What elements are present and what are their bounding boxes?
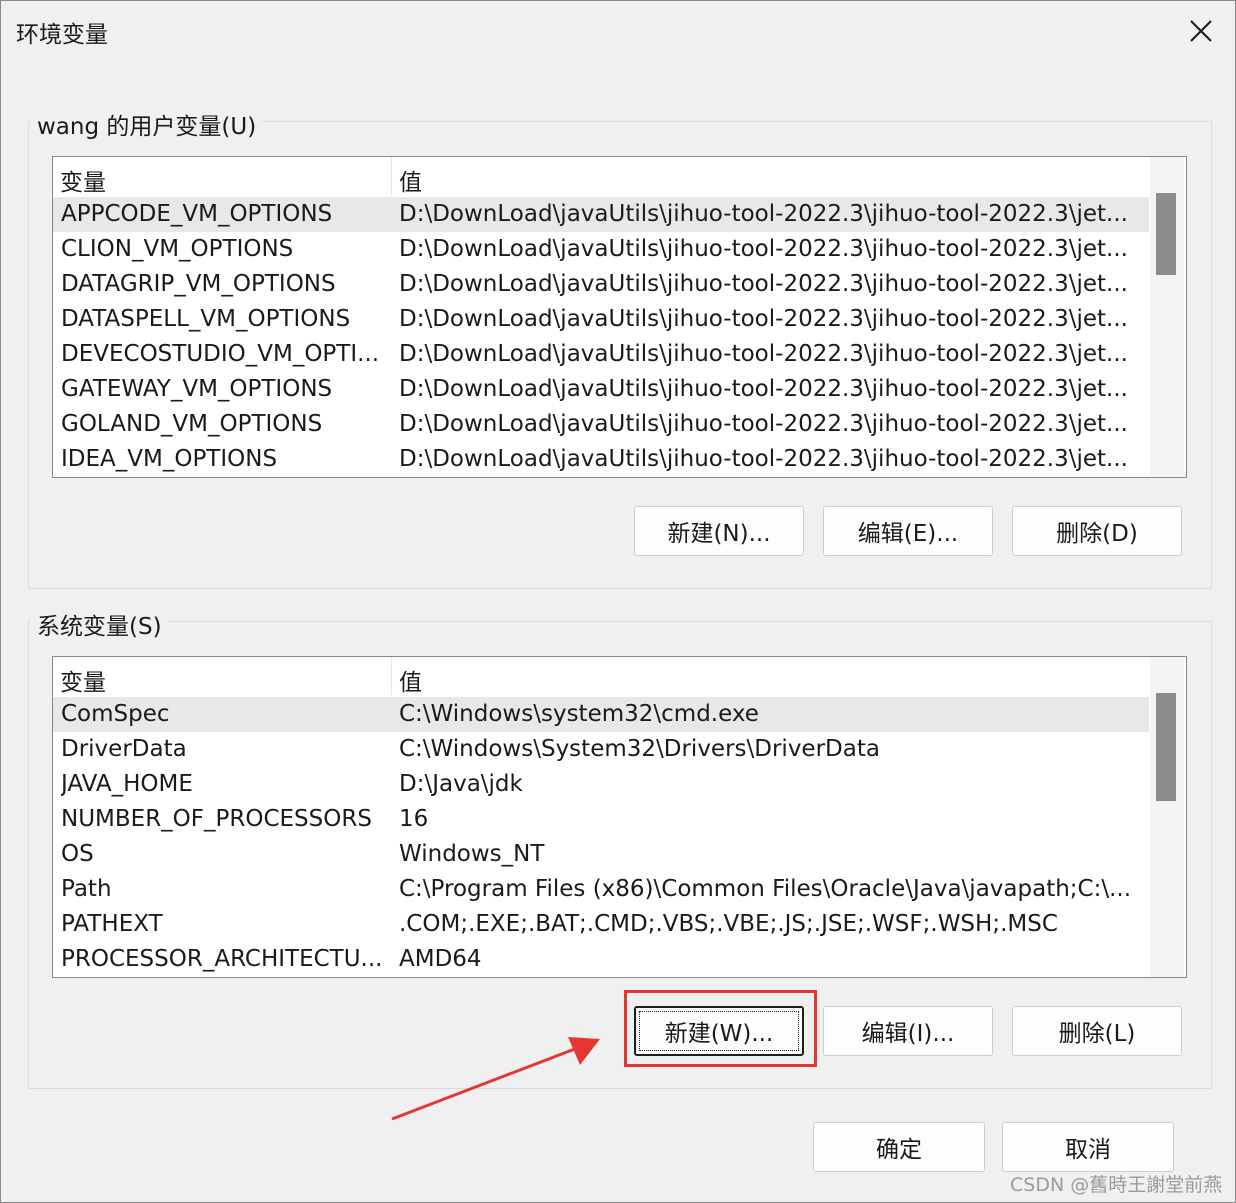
list-header: 变量 值	[53, 657, 1149, 697]
variable-name: ComSpec	[61, 701, 170, 727]
column-header-value[interactable]: 值	[399, 663, 422, 697]
user-variable-row[interactable]: GOLAND_VM_OPTIONS D:\DownLoad\javaUtils\j…	[53, 407, 1149, 442]
variable-value: .COM;.EXE;.BAT;.CMD;.VBS;.VBE;.JS;.JSE;.…	[399, 911, 1058, 937]
variable-name: PATHEXT	[61, 911, 163, 937]
system-variable-row[interactable]: NUMBER_OF_PROCESSORS 16	[53, 802, 1149, 837]
variable-value: D:\DownLoad\javaUtils\jihuo-tool-2022.3\…	[399, 306, 1128, 332]
variable-value: D:\DownLoad\javaUtils\jihuo-tool-2022.3\…	[399, 271, 1128, 297]
variable-name: JAVA_HOME	[61, 771, 193, 797]
user-variable-row[interactable]: IDEA_VM_OPTIONS D:\DownLoad\javaUtils\jih…	[53, 442, 1149, 477]
variable-value: C:\Windows\system32\cmd.exe	[399, 701, 759, 727]
scrollbar-thumb[interactable]	[1156, 693, 1176, 801]
system-variables-list[interactable]: 变量 值 ComSpec C:\Windows\system32\cmd.exe D…	[52, 656, 1187, 978]
variable-value: D:\DownLoad\javaUtils\jihuo-tool-2022.3\…	[399, 201, 1128, 227]
user-edit-button[interactable]: 编辑(E)...	[823, 506, 993, 556]
variable-name: CLION_VM_OPTIONS	[61, 236, 294, 262]
variable-name: IDEA_VM_OPTIONS	[61, 446, 278, 472]
variable-value: Windows_NT	[399, 841, 545, 867]
column-header-value[interactable]: 值	[399, 163, 422, 197]
variable-value: D:\DownLoad\javaUtils\jihuo-tool-2022.3\…	[399, 446, 1128, 472]
list-header: 变量 值	[53, 157, 1149, 197]
annotation-highlight-box	[624, 990, 817, 1067]
variable-name: DATAGRIP_VM_OPTIONS	[61, 271, 336, 297]
variable-value: D:\DownLoad\javaUtils\jihuo-tool-2022.3\…	[399, 411, 1128, 437]
variable-name: DEVECOSTUDIO_VM_OPTI...	[61, 341, 380, 367]
variable-name: DATASPELL_VM_OPTIONS	[61, 306, 351, 332]
variable-name: Path	[61, 876, 112, 902]
user-variable-row[interactable]: DEVECOSTUDIO_VM_OPTI... D:\DownLoad\javaU…	[53, 337, 1149, 372]
variable-value: D:\DownLoad\javaUtils\jihuo-tool-2022.3\…	[399, 376, 1128, 402]
system-edit-button[interactable]: 编辑(I)...	[823, 1006, 993, 1056]
variable-name: DriverData	[61, 736, 187, 762]
system-variable-row[interactable]: Path C:\Program Files (x86)\Common Files\…	[53, 872, 1149, 907]
user-variable-row[interactable]: APPCODE_VM_OPTIONS D:\DownLoad\javaUtils\…	[53, 197, 1149, 232]
system-variable-row[interactable]: OS Windows_NT	[53, 837, 1149, 872]
ok-button[interactable]: 确定	[813, 1122, 985, 1172]
cancel-button[interactable]: 取消	[1002, 1122, 1174, 1172]
close-button[interactable]	[1185, 15, 1217, 47]
user-variables-list[interactable]: 变量 值 APPCODE_VM_OPTIONS D:\DownLoad\javaU…	[52, 156, 1187, 478]
annotation-arrow-icon	[391, 1037, 600, 1121]
variable-value: 16	[399, 806, 429, 832]
user-variable-row[interactable]: GATEWAY_VM_OPTIONS D:\DownLoad\javaUtils\…	[53, 372, 1149, 407]
system-variable-row[interactable]: DriverData C:\Windows\System32\Drivers\Dr…	[53, 732, 1149, 767]
variable-value: C:\Windows\System32\Drivers\DriverData	[399, 736, 880, 762]
column-header-variable[interactable]: 变量	[60, 663, 106, 697]
system-variable-row[interactable]: JAVA_HOME D:\Java\jdk	[53, 767, 1149, 802]
variable-value: C:\Program Files (x86)\Common Files\Orac…	[399, 876, 1132, 902]
dialog-title: 环境变量	[16, 22, 108, 48]
watermark: CSDN @舊時王謝堂前燕	[1010, 1174, 1223, 1196]
close-icon	[1190, 20, 1212, 42]
variable-name: NUMBER_OF_PROCESSORS	[61, 806, 372, 832]
variable-value: AMD64	[399, 946, 482, 972]
system-delete-button[interactable]: 删除(L)	[1012, 1006, 1182, 1056]
system-variable-row[interactable]: ComSpec C:\Windows\system32\cmd.exe	[53, 697, 1149, 732]
scrollbar-thumb[interactable]	[1156, 193, 1176, 275]
user-variable-row[interactable]: DATASPELL_VM_OPTIONS D:\DownLoad\javaUtil…	[53, 302, 1149, 337]
system-variables-label: 系统变量(S)	[31, 607, 168, 641]
variable-name: PROCESSOR_ARCHITECTU...	[61, 946, 383, 972]
column-separator	[391, 657, 392, 695]
user-new-button[interactable]: 新建(N)...	[634, 506, 804, 556]
variable-name: APPCODE_VM_OPTIONS	[61, 201, 333, 227]
column-separator	[391, 157, 392, 195]
user-variables-label: wang 的用户变量(U)	[31, 107, 263, 141]
variable-name: GATEWAY_VM_OPTIONS	[61, 376, 333, 402]
user-variable-row[interactable]: DATAGRIP_VM_OPTIONS D:\DownLoad\javaUtils…	[53, 267, 1149, 302]
column-header-variable[interactable]: 变量	[60, 163, 106, 197]
variable-name: GOLAND_VM_OPTIONS	[61, 411, 323, 437]
variable-value: D:\DownLoad\javaUtils\jihuo-tool-2022.3\…	[399, 341, 1128, 367]
system-list-scrollbar[interactable]	[1150, 657, 1184, 977]
user-list-scrollbar[interactable]	[1150, 157, 1184, 477]
variable-name: OS	[61, 841, 94, 867]
system-variable-row[interactable]: PATHEXT .COM;.EXE;.BAT;.CMD;.VBS;.VBE;.JS…	[53, 907, 1149, 942]
user-delete-button[interactable]: 删除(D)	[1012, 506, 1182, 556]
environment-variables-dialog: 环境变量 wang 的用户变量(U) 变量 值 APPCODE_VM_OPTIO…	[0, 0, 1236, 1203]
system-variable-row[interactable]: PROCESSOR_ARCHITECTU... AMD64	[53, 942, 1149, 977]
variable-value: D:\Java\jdk	[399, 771, 523, 797]
user-variable-row[interactable]: CLION_VM_OPTIONS D:\DownLoad\javaUtils\ji…	[53, 232, 1149, 267]
variable-value: D:\DownLoad\javaUtils\jihuo-tool-2022.3\…	[399, 236, 1128, 262]
